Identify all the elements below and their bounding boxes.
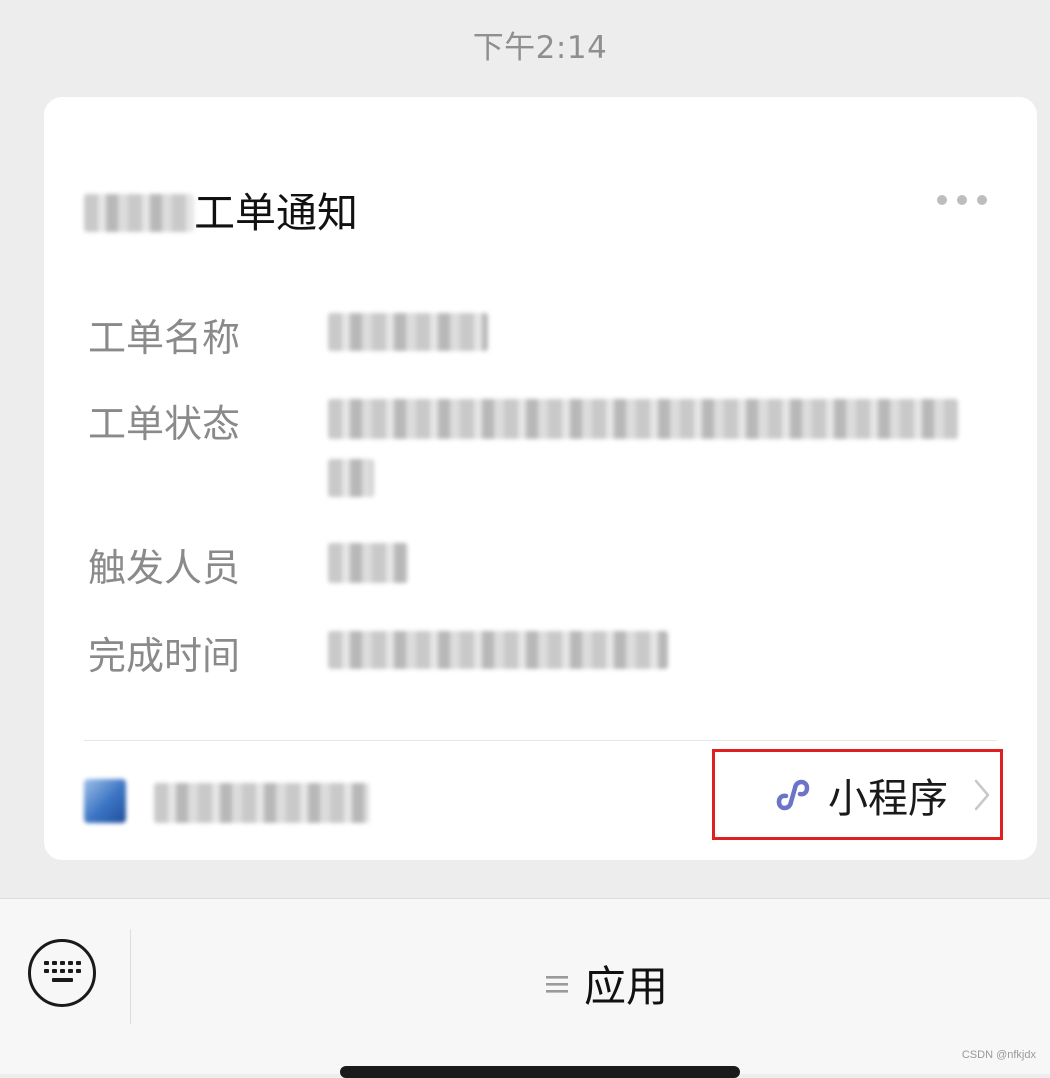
apps-menu-label: 应用 [584,962,669,1011]
redacted-value-continuation [328,459,374,497]
card-title-text: 工单通知 [194,189,358,237]
redacted-app-name [154,783,369,823]
more-dot [937,195,947,205]
card-divider [84,740,997,741]
field-row-trigger-person: 触发人员 [88,537,988,592]
more-dot [957,195,967,205]
redacted-value [328,313,488,351]
keyboard-toggle-button[interactable] [28,939,96,1007]
input-bar-divider [130,929,131,1024]
field-value-redacted [328,393,988,497]
ticket-notification-card[interactable]: 工单通知 工单名称 工单状态 触发人员 完成时间 小程序 [44,97,1037,860]
redacted-value [328,631,668,669]
redacted-value [328,543,408,583]
home-indicator[interactable] [340,1066,740,1078]
watermark: CSDN @nfkjdx [961,1049,1036,1061]
field-value-redacted [328,537,988,592]
field-row-ticket-status: 工单状态 [88,393,988,497]
redacted-title-prefix [84,194,194,232]
mini-program-icon [776,779,810,810]
field-row-ticket-name: 工单名称 [88,307,988,362]
message-timestamp: 下午2:14 [472,30,608,66]
chevron-right-icon [974,779,990,810]
apps-menu-button[interactable]: 应用 [546,953,668,1014]
field-row-completion-time: 完成时间 [88,625,988,680]
card-title: 工单通知 [84,179,358,239]
field-label: 工单名称 [88,316,241,360]
input-bar: 应用 [0,898,1050,1074]
keyboard-icon [44,961,81,982]
app-logo-icon [84,779,126,823]
field-label: 触发人员 [88,546,241,590]
more-options-icon[interactable] [937,195,987,205]
mini-program-label: 小程序 [828,775,948,822]
field-label: 完成时间 [88,634,241,678]
redacted-value [328,399,958,439]
more-dot [977,195,987,205]
field-label: 工单状态 [88,402,241,446]
mini-program-link[interactable]: 小程序 [712,749,1003,840]
field-value-redacted [328,625,988,680]
menu-icon [546,975,568,993]
field-value-redacted [328,307,988,362]
